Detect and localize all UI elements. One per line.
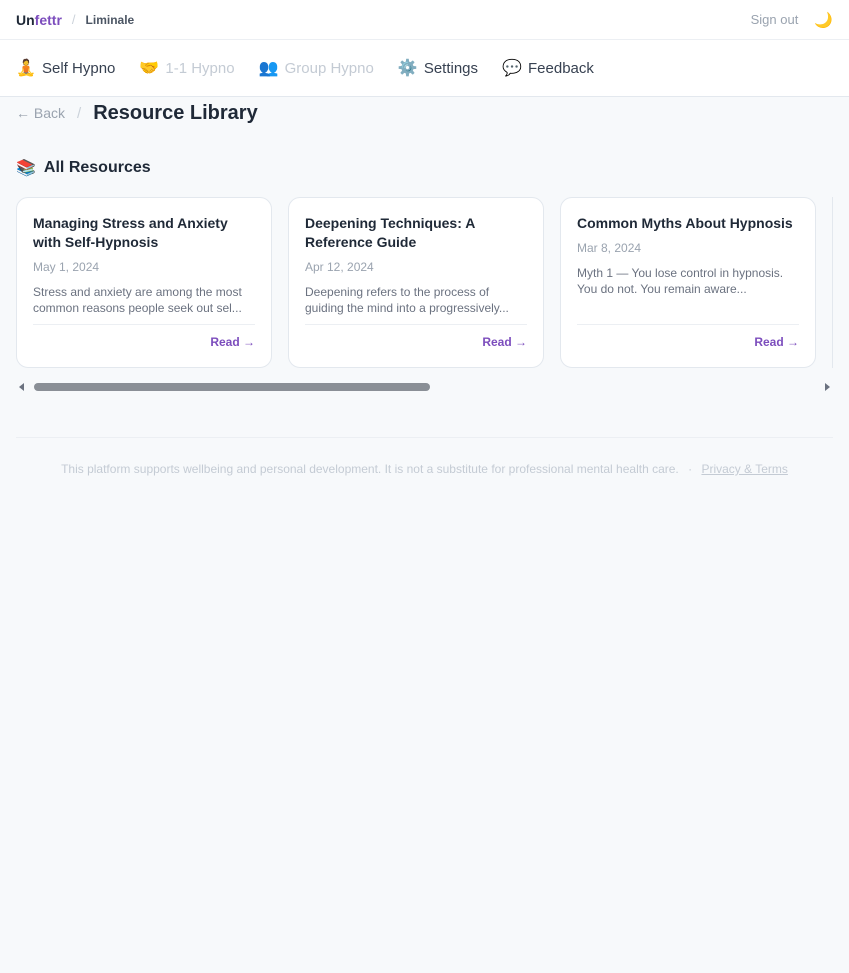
- section-header: 📚 All Resources: [0, 156, 849, 180]
- speech-bubble-icon: 💬: [502, 60, 522, 77]
- breadcrumb: ← Back / Resource Library: [0, 97, 849, 125]
- privacy-terms-link[interactable]: Privacy & Terms: [701, 462, 787, 476]
- resource-excerpt: Deepening refers to the process of guidi…: [305, 285, 509, 315]
- handshake-icon: 🤝: [139, 60, 160, 77]
- resource-excerpt: Stress and anxiety are among the most co…: [33, 285, 242, 315]
- horizontal-scrollbar[interactable]: [16, 380, 833, 394]
- brand-separator: /: [71, 12, 76, 27]
- nav-feedback[interactable]: 💬 Feedback: [502, 58, 594, 78]
- card-footer: Read →: [577, 324, 799, 351]
- scroll-right-arrow-icon[interactable]: [825, 383, 830, 391]
- nav-group-hypno: 👥 Group Hypno: [259, 58, 374, 78]
- page-title: Resource Library: [93, 101, 258, 124]
- card-footer: Read →: [33, 324, 255, 351]
- brand-logo-un: Un: [16, 11, 35, 28]
- group-icon: 👥: [258, 60, 279, 77]
- read-link[interactable]: Read →: [210, 335, 255, 349]
- brand[interactable]: Un fettr / Liminale: [16, 12, 134, 28]
- books-icon: 📚: [16, 160, 36, 177]
- resource-title: Managing Stress and Anxiety with Self-Hy…: [33, 215, 228, 250]
- resource-carousel[interactable]: Managing Stress and Anxiety with Self-Hy…: [0, 197, 849, 397]
- next-card-peek: [832, 197, 849, 368]
- resource-card[interactable]: Deepening Techniques: A Reference Guide …: [288, 197, 544, 368]
- nav-label: Group Hypno: [284, 59, 374, 77]
- resource-excerpt: Myth 1 — You lose control in hypnosis. Y…: [577, 266, 784, 296]
- resource-date: Apr 12, 2024: [305, 260, 374, 274]
- nav-label: 1-1 Hypno: [165, 59, 235, 77]
- resource-card[interactable]: Managing Stress and Anxiety with Self-Hy…: [16, 197, 272, 368]
- resource-title: Common Myths About Hypnosis: [577, 215, 793, 231]
- read-link[interactable]: Read →: [754, 335, 799, 349]
- sign-out-link[interactable]: Sign out: [751, 12, 799, 27]
- resource-date: May 1, 2024: [33, 260, 100, 274]
- nav-label: Feedback: [528, 59, 594, 77]
- gear-icon: ⚙️: [397, 60, 418, 77]
- nav-one-to-one-hypno: 🤝 1-1 Hypno: [139, 58, 234, 78]
- top-right-actions: Sign out 🌙: [751, 11, 833, 29]
- footer-dot: ·: [688, 462, 693, 476]
- card-footer: Read →: [305, 324, 527, 351]
- section-title: All Resources: [43, 159, 151, 176]
- meditation-icon: 🧘: [16, 60, 36, 77]
- resource-card-list: Managing Stress and Anxiety with Self-Hy…: [16, 197, 849, 368]
- resource-card[interactable]: Common Myths About Hypnosis Mar 8, 2024 …: [560, 197, 816, 368]
- nav-label: Self Hypno: [42, 59, 116, 77]
- scroll-left-arrow-icon[interactable]: [19, 383, 24, 391]
- main-nav: 🧘 Self Hypno 🤝 1-1 Hypno 👥 Group Hypno ⚙…: [0, 40, 849, 97]
- resource-title: Deepening Techniques: A Reference Guide: [305, 215, 475, 250]
- page-footer: This platform supports wellbeing and per…: [16, 437, 833, 476]
- nav-label: Settings: [423, 59, 479, 77]
- scrollbar-thumb[interactable]: [34, 383, 430, 391]
- moon-icon[interactable]: 🌙: [814, 11, 833, 29]
- organization-name: Liminale: [85, 12, 135, 27]
- footer-disclaimer: This platform supports wellbeing and per…: [61, 462, 679, 476]
- nav-settings[interactable]: ⚙️ Settings: [398, 58, 478, 78]
- brand-logo-fettr: fettr: [34, 11, 62, 28]
- resource-date: Mar 8, 2024: [577, 241, 642, 255]
- breadcrumb-separator: /: [77, 104, 82, 122]
- top-bar: Un fettr / Liminale Sign out 🌙: [0, 0, 849, 40]
- back-link[interactable]: ← Back: [16, 105, 65, 121]
- read-link[interactable]: Read →: [482, 335, 527, 349]
- nav-self-hypno[interactable]: 🧘 Self Hypno: [16, 58, 115, 78]
